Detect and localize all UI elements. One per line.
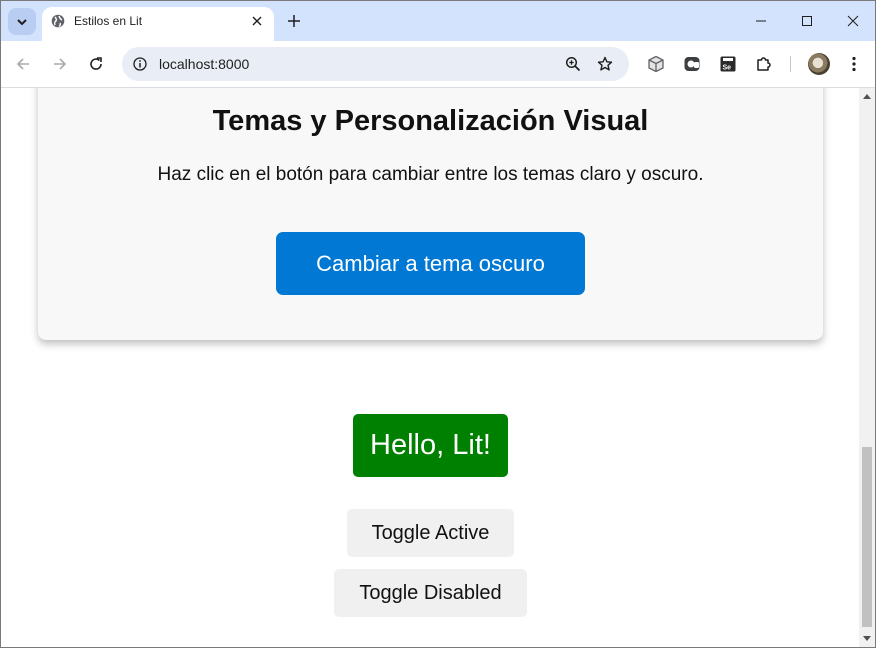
url-text: localhost:8000 [159, 56, 250, 72]
maximize-button[interactable] [784, 7, 830, 35]
zoom-button[interactable] [563, 54, 583, 74]
arrow-right-icon [54, 58, 67, 70]
new-tab-button[interactable] [284, 11, 304, 31]
browser-window: Estilos en Lit localhost:8000 Se Temas y… [0, 0, 876, 648]
extension-recorder-button[interactable] [681, 53, 703, 75]
scrollbar-thumb[interactable] [862, 447, 872, 627]
bookmark-button[interactable] [595, 54, 615, 74]
star-icon [597, 56, 613, 71]
address-bar[interactable]: localhost:8000 [122, 47, 629, 81]
back-button[interactable] [11, 52, 35, 76]
tab-strip: Estilos en Lit [1, 1, 875, 41]
theme-card: Temas y Personalización Visual Haz clic … [38, 88, 823, 340]
toggle-disabled-button[interactable]: Toggle Disabled [334, 569, 527, 617]
forward-button[interactable] [48, 52, 72, 76]
vertical-scrollbar[interactable] [859, 88, 875, 647]
scroll-up-arrow-icon[interactable] [863, 94, 871, 99]
minimize-button[interactable] [738, 7, 784, 35]
puzzle-icon [757, 57, 771, 71]
extensions-button[interactable] [753, 53, 775, 75]
close-icon [847, 15, 859, 27]
close-icon [252, 16, 262, 26]
browser-toolbar: localhost:8000 Se [1, 41, 875, 88]
scroll-down-arrow-icon[interactable] [863, 636, 871, 641]
toolbar-separator [790, 56, 791, 72]
info-icon [133, 57, 147, 71]
plus-icon [288, 15, 300, 27]
maximize-icon [802, 16, 812, 26]
minimize-icon [756, 20, 766, 22]
more-vertical-icon [852, 56, 856, 72]
chevron-down-icon [17, 18, 27, 25]
recorder-extension-icon [684, 57, 700, 71]
zoom-icon [565, 56, 581, 72]
tab-active[interactable]: Estilos en Lit [42, 7, 274, 41]
extension-selenium-button[interactable]: Se [717, 53, 739, 75]
browser-menu-button[interactable] [843, 53, 865, 75]
cube-extension-icon [648, 55, 664, 73]
toggle-theme-button[interactable]: Cambiar a tema oscuro [276, 232, 585, 295]
tab-title: Estilos en Lit [74, 14, 143, 28]
reload-button[interactable] [84, 52, 108, 76]
extension-cube-button[interactable] [645, 53, 667, 75]
arrow-left-icon [16, 58, 29, 70]
reload-icon [90, 57, 102, 70]
tab-search-button[interactable] [8, 8, 36, 35]
site-info-button[interactable] [130, 54, 150, 74]
svg-text:Se: Se [723, 65, 732, 72]
selenium-extension-icon: Se [720, 56, 736, 72]
card-description: Haz clic en el botón para cambiar entre … [157, 164, 704, 185]
window-close-button[interactable] [830, 7, 875, 35]
globe-icon [51, 14, 65, 28]
tab-close-button[interactable] [248, 12, 266, 30]
toggle-active-button[interactable]: Toggle Active [347, 509, 514, 557]
page-viewport: Temas y Personalización Visual Haz clic … [1, 88, 859, 647]
hello-lit-button[interactable]: Hello, Lit! [353, 414, 508, 477]
card-title: Temas y Personalización Visual [212, 105, 649, 137]
profile-avatar[interactable] [808, 53, 830, 75]
